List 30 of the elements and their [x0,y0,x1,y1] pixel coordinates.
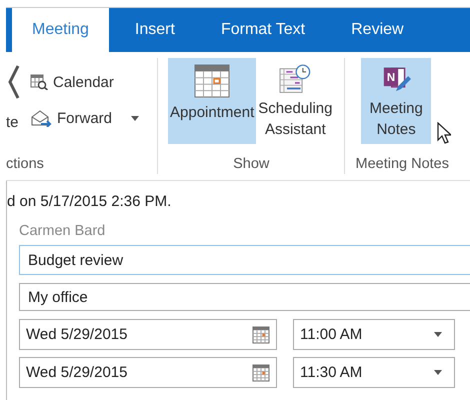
caret-icon [434,370,442,375]
subject-field[interactable]: Budget review [19,245,470,275]
ribbon-button[interactable]: Calendar [30,70,140,94]
calendar-icon [194,64,230,98]
calendar-icon [30,74,48,90]
logo-letter: N [387,72,396,84]
date-field[interactable]: Wed 5/29/2015 [19,319,277,350]
ribbon-tab[interactable]: Format Text [200,18,326,52]
envelope-arrow-icon [30,109,52,127]
pointer-cursor-icon [436,122,451,144]
info-text: d on 5/17/2015 2:36 PM. [7,193,172,210]
ribbon-button[interactable]: Appointment [168,58,256,144]
caret-icon [434,332,442,337]
ribbon-tab[interactable]: Insert [114,18,195,52]
ribbon-tab[interactable]: Review [331,18,424,52]
group-label: Show [232,155,270,174]
time-field[interactable]: 11:00 AM [293,319,455,350]
date-field[interactable]: Wed 5/29/2015 [19,357,277,388]
time-field[interactable]: 11:30 AM [293,357,455,388]
calendar-icon [252,326,270,344]
calendar-icon [252,364,270,382]
location-field[interactable]: My office [19,283,470,311]
organizer-name: Carmen Bard [19,223,106,239]
group-label: ctions [6,155,45,174]
group-label: Meeting Notes [355,155,449,174]
ribbon-button[interactable]: Scheduling Assistant [256,58,334,144]
ribbon-button[interactable]: Forward [30,106,140,130]
button-label[interactable]: te [6,114,19,131]
chevron-icon [6,64,20,100]
ribbon-tab[interactable]: Meeting [12,8,109,52]
